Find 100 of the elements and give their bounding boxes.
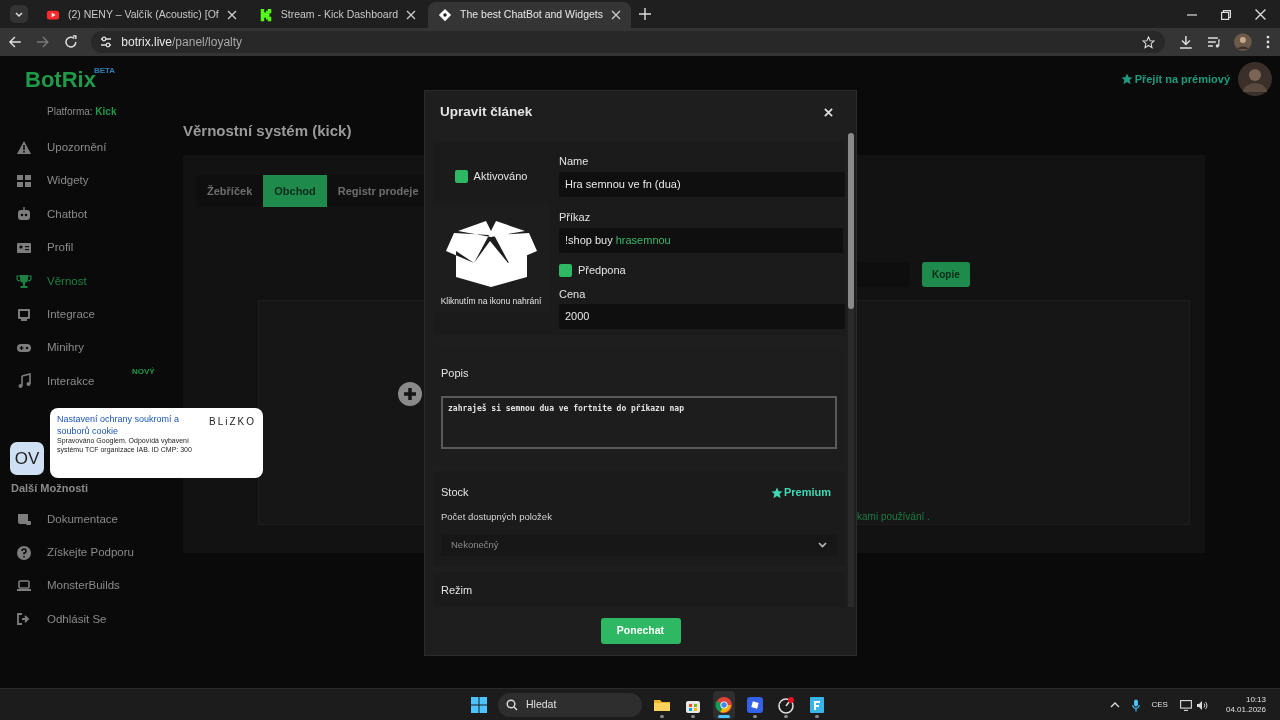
sidebar-item[interactable]: Dokumentace <box>14 502 170 536</box>
kick-logo-icon <box>258 8 273 22</box>
dialog-title: Upravit článek <box>440 102 533 121</box>
new-tab-icon[interactable] <box>639 8 652 20</box>
robot-icon <box>16 206 32 223</box>
field-label: Režim <box>441 582 474 597</box>
open-box-icon[interactable] <box>443 218 539 287</box>
address-field[interactable]: botrix.live/panel/loyalty <box>91 31 1165 53</box>
sidebar-item[interactable]: Minihry <box>14 331 170 365</box>
speaker-icon[interactable] <box>1195 699 1208 711</box>
sidebar-item[interactable]: MonsterBuilds <box>14 569 170 603</box>
grid-icon <box>16 173 32 190</box>
star-icon <box>1120 73 1133 86</box>
download-icon[interactable] <box>1178 35 1193 49</box>
brand-logo: BLiZKO <box>209 415 256 429</box>
premium-label: Premium <box>770 484 831 501</box>
add-icon[interactable] <box>398 382 422 406</box>
privacy-button[interactable]: OV <box>10 442 44 475</box>
cookie-title[interactable]: Nastavení ochrany soukromí a souborů cookie <box>57 413 197 437</box>
checkbox[interactable] <box>559 263 572 277</box>
microphone-icon[interactable] <box>1131 698 1140 712</box>
close-icon[interactable] <box>611 10 622 20</box>
monitor-icon[interactable] <box>1179 699 1192 711</box>
search-icon <box>506 699 518 711</box>
language-indicator[interactable]: CES <box>1151 699 1168 711</box>
media-queue-icon[interactable] <box>1206 35 1221 49</box>
taskbar-button[interactable] <box>713 691 735 719</box>
tile-app-icon[interactable] <box>808 696 826 714</box>
restore-icon[interactable] <box>1221 9 1231 20</box>
sidebar-item[interactable]: Chatbot <box>14 197 170 232</box>
close-icon[interactable] <box>824 107 833 117</box>
star-icon <box>770 486 783 499</box>
chevron-up-icon[interactable] <box>1109 702 1120 708</box>
field-label: Příkaz <box>559 210 592 224</box>
beta-label: BETA <box>93 66 116 75</box>
monitor-icon <box>16 306 32 323</box>
diamond-icon <box>438 8 453 22</box>
input-field[interactable]: 2000 <box>559 303 845 329</box>
new-label: NOVÝ <box>132 365 155 378</box>
chrome-icon[interactable] <box>715 696 733 714</box>
dial-icon[interactable] <box>777 696 795 714</box>
warning-icon <box>16 139 32 156</box>
star-icon[interactable] <box>1141 35 1155 49</box>
footnote-text: kami používání . <box>857 510 930 524</box>
browser-tab[interactable]: (2) NENY – Valčík (Acoustic) [Of <box>36 2 247 28</box>
logout-icon <box>16 611 32 628</box>
tab[interactable]: Žebříček <box>196 175 264 207</box>
description-field[interactable]: zahraješ si semnou dua ve fortnite do příkazu nap <box>441 395 837 449</box>
sidebar-item[interactable]: Věrnost <box>14 264 170 298</box>
platform-label: Platforma: Kick <box>46 105 118 119</box>
sidebar-item[interactable]: Widgety <box>14 164 170 198</box>
search-field[interactable]: Hledat <box>498 693 642 717</box>
close-icon[interactable] <box>226 10 237 20</box>
tab-title: The best ChatBot and Widgets <box>460 7 604 23</box>
reload-icon[interactable] <box>63 35 78 49</box>
trophy-icon <box>16 273 32 290</box>
checkbox[interactable] <box>454 169 468 183</box>
select-field[interactable]: Nekonečný <box>441 533 837 556</box>
windows-start-icon[interactable] <box>470 696 488 714</box>
section-title: Stock <box>441 485 469 501</box>
music-note-icon <box>16 373 32 390</box>
scrollbar-thumb[interactable] <box>848 133 854 309</box>
square-app-icon[interactable] <box>746 696 764 714</box>
checkbox-label: Předpona <box>578 263 626 278</box>
browser-tab[interactable]: The best ChatBot and Widgets <box>428 2 632 28</box>
page-title: Věrnostní systém (kick) <box>183 121 353 141</box>
close-icon[interactable] <box>406 10 417 20</box>
section-heading: Další Možnosti <box>11 481 89 497</box>
browser-tab[interactable]: Stream - Kick Dashboard <box>248 2 427 28</box>
copy-button[interactable]: Kopie <box>922 262 970 287</box>
user-avatar-icon[interactable] <box>1238 62 1272 96</box>
tab-title: Stream - Kick Dashboard <box>280 7 399 23</box>
command-field[interactable]: !shop buy hrasemnou <box>559 228 843 253</box>
site-settings-icon[interactable] <box>99 35 114 49</box>
tab[interactable]: Obchod <box>263 175 327 207</box>
menu-icon[interactable] <box>1266 35 1270 49</box>
close-icon[interactable] <box>1255 9 1266 20</box>
field-label: Name <box>559 154 590 168</box>
field-label: Cena <box>559 286 587 301</box>
upload-hint: Kliknutím na ikonu nahrání <box>440 294 542 308</box>
field-label: Počet dostupných položek <box>441 509 553 524</box>
clock-date[interactable]: 04.01.2026 <box>1225 705 1266 715</box>
field-label: Popis <box>441 365 470 380</box>
sidebar-item[interactable]: Interakce NOVÝ <box>14 364 170 399</box>
sidebar-item[interactable]: Profil <box>14 231 170 265</box>
play-icon <box>46 8 60 22</box>
back-icon[interactable] <box>8 35 22 49</box>
sidebar-item[interactable]: Odhlásit Se <box>14 602 170 637</box>
checkbox-label: Aktivováno <box>473 169 528 184</box>
tab-title: (2) NENY – Valčík (Acoustic) [Of <box>68 7 219 23</box>
question-icon <box>16 544 32 561</box>
chevron-down-icon <box>818 541 827 548</box>
sidebar-item[interactable]: Upozornění <box>14 131 170 165</box>
clock-time[interactable]: 10:13 <box>1245 695 1266 705</box>
forward-icon[interactable] <box>35 35 50 49</box>
sidebar-item[interactable]: Integrace <box>14 297 170 332</box>
premium-link[interactable]: Přejít na prémiový <box>1120 71 1230 88</box>
input-field[interactable]: Hra semnou ve fn (dua) <box>559 172 845 197</box>
profile-avatar-icon[interactable] <box>1234 33 1253 51</box>
sidebar-item[interactable]: Získejte Podporu <box>14 536 170 570</box>
